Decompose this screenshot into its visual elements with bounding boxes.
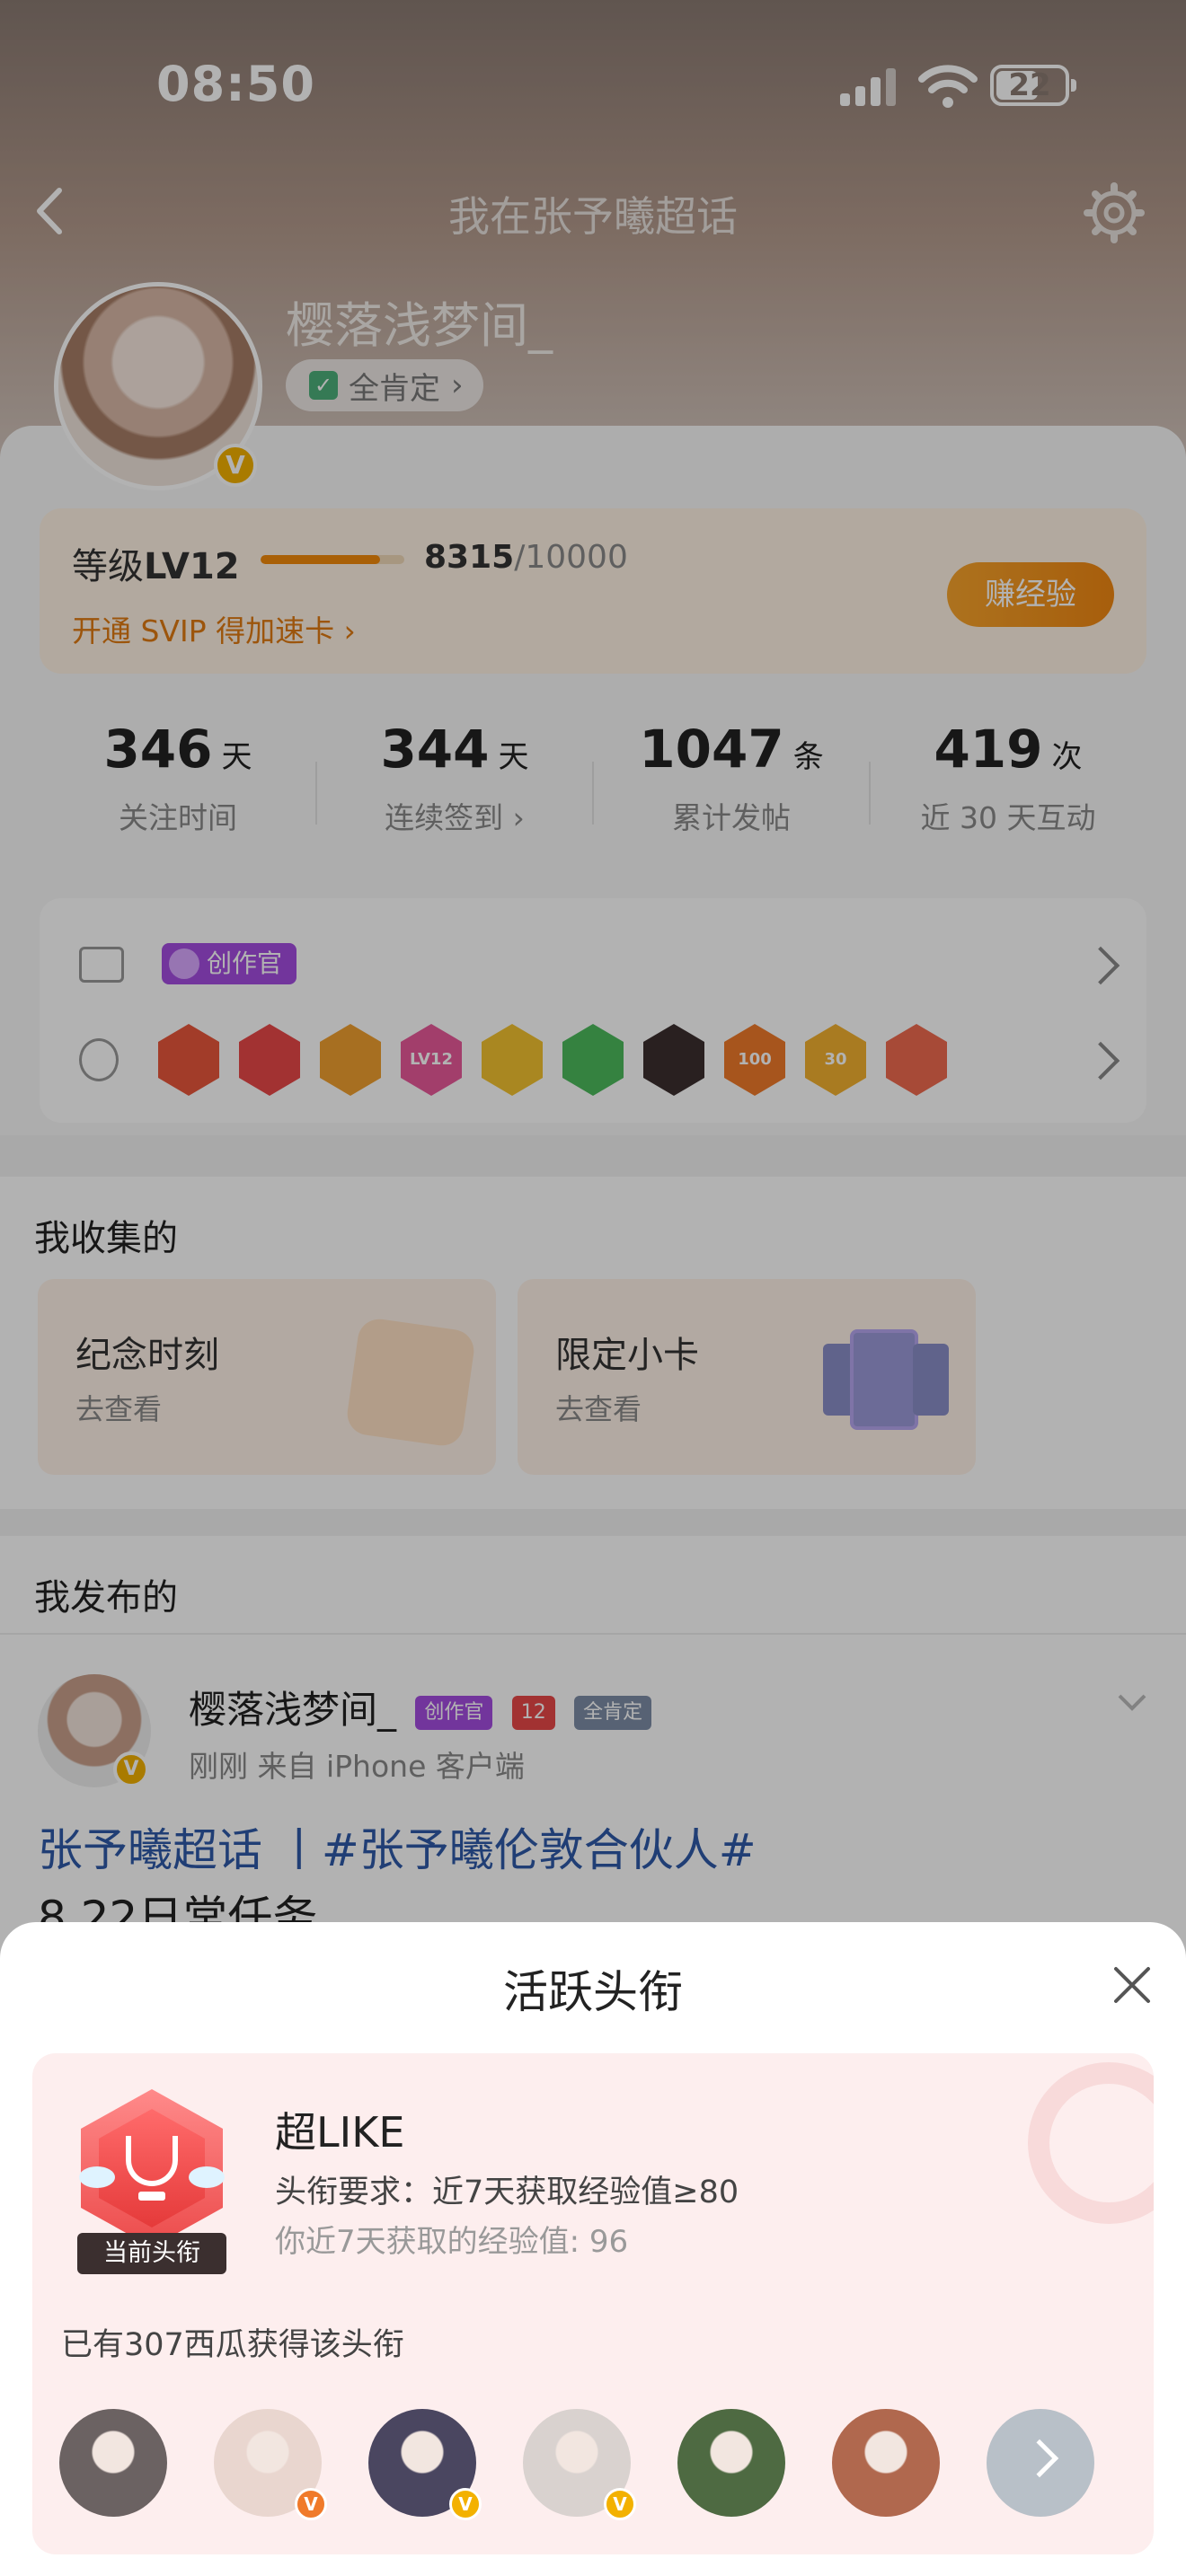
- title-info-card: 当前头衔 超LIKE 头衔要求：近7天获取经验值≥80 你近7天获取的经验值: …: [32, 2053, 1154, 2554]
- holder-avatar[interactable]: [59, 2409, 167, 2517]
- close-icon[interactable]: [1107, 1960, 1157, 2010]
- current-title-ribbon: 当前头衔: [77, 2233, 226, 2274]
- holder-avatar[interactable]: [677, 2409, 785, 2517]
- holder-avatar[interactable]: V: [523, 2409, 636, 2520]
- active-title-sheet: 活跃头衔 当前头衔 超LIKE 头衔要求：近7天获取经验值≥80 你近7天获取的…: [0, 1922, 1186, 2576]
- badge-name: 超LIKE: [275, 2108, 405, 2157]
- verified-badge-icon: V: [449, 2488, 482, 2520]
- chevron-right-icon: [1020, 2439, 1059, 2478]
- current-exp: 你近7天获取的经验值: 96: [275, 2224, 629, 2260]
- holder-avatar[interactable]: [832, 2409, 940, 2517]
- trophy-icon: [126, 2136, 178, 2186]
- badge-requirement: 头衔要求：近7天获取经验值≥80: [275, 2175, 739, 2210]
- holder-avatar[interactable]: V: [214, 2409, 327, 2520]
- holder-avatar[interactable]: V: [368, 2409, 482, 2520]
- sheet-title: 活跃头衔: [503, 1966, 683, 2018]
- more-holders-button[interactable]: [987, 2409, 1094, 2517]
- verified-badge-icon: V: [604, 2488, 636, 2520]
- holder-count: 已有307西瓜获得该头衔: [61, 2327, 404, 2363]
- verified-badge-icon: V: [295, 2488, 327, 2520]
